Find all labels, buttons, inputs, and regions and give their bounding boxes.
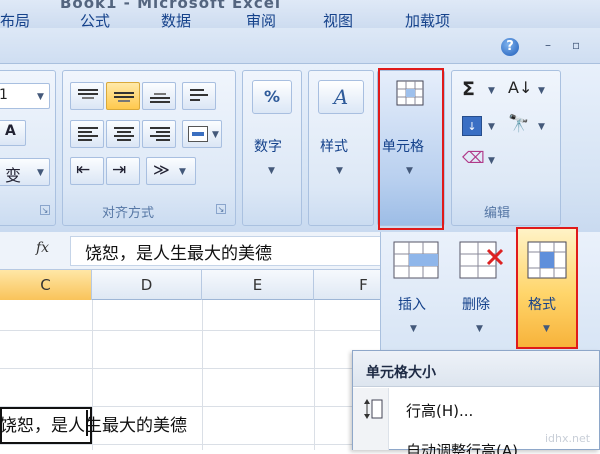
tab-addins[interactable]: 加载项	[405, 10, 450, 31]
align-top-icon	[78, 89, 98, 99]
fill-icon[interactable]: ↓	[462, 116, 482, 136]
help-icon[interactable]: ?	[501, 38, 519, 56]
chevron-down-icon[interactable]: ▼	[538, 86, 545, 96]
editing-group-label: 编辑	[484, 206, 511, 221]
chevron-down-icon: ▼	[37, 92, 44, 102]
cells-highlight-box	[378, 68, 444, 230]
align-center-button[interactable]	[106, 120, 140, 148]
align-left-button[interactable]	[70, 120, 104, 148]
font-grow-button[interactable]: A	[0, 120, 26, 146]
column-header-d[interactable]: D	[92, 270, 202, 300]
chevron-down-icon[interactable]: ▼	[268, 166, 275, 176]
cell-text: 饶恕，是人生最大的美德	[0, 416, 187, 436]
ribbon-minimize-icon[interactable]: –	[545, 38, 551, 52]
orientation-button[interactable]: ≫ ▼	[146, 157, 196, 185]
wrap-text-icon	[190, 89, 208, 101]
watermark: idhx.net	[545, 432, 591, 445]
menu-section-title: 单元格大小	[366, 365, 436, 381]
styles-button-label[interactable]: 样式	[320, 136, 348, 156]
tab-data[interactable]: 数据	[161, 10, 191, 31]
chevron-down-icon: ▼	[212, 130, 219, 140]
font-grow-icon: A	[5, 123, 16, 139]
chevron-down-icon[interactable]: ▼	[538, 122, 545, 132]
phonetic-icon: 变	[5, 166, 22, 185]
text-cursor	[86, 410, 88, 436]
autosum-icon[interactable]: Σ	[462, 78, 475, 100]
grid-line	[202, 300, 203, 450]
font-size-value: 1	[0, 87, 8, 103]
alignment-launcher-icon[interactable]: ↘	[216, 204, 226, 214]
decrease-indent-button[interactable]: ⇤	[70, 157, 104, 185]
decrease-indent-icon: ⇤	[76, 160, 91, 180]
tab-view[interactable]: 视图	[323, 10, 353, 31]
grid-line	[314, 300, 315, 450]
row-height-icon	[362, 398, 384, 424]
chevron-down-icon[interactable]: ▼	[488, 156, 495, 166]
merge-center-button[interactable]: ▼	[182, 120, 222, 148]
delete-cells-icon	[458, 240, 504, 284]
chevron-down-icon[interactable]: ▼	[488, 86, 495, 96]
align-left-icon	[78, 127, 98, 141]
font-size-box[interactable]: 1 ▼	[0, 83, 50, 109]
align-bottom-button[interactable]	[142, 82, 176, 110]
align-right-button[interactable]	[142, 120, 176, 148]
increase-indent-button[interactable]: ⇥	[106, 157, 140, 185]
delete-button-label[interactable]: 删除	[462, 294, 490, 314]
align-middle-icon	[114, 92, 134, 102]
font-launcher-icon[interactable]: ↘	[40, 205, 50, 215]
chevron-down-icon[interactable]: ▼	[488, 122, 495, 132]
chevron-down-icon: ▼	[179, 167, 186, 177]
menu-item-row-height[interactable]: 行高(H)...	[406, 400, 473, 421]
number-button-label[interactable]: 数字	[254, 136, 282, 156]
tab-review[interactable]: 审阅	[246, 10, 276, 31]
clear-icon[interactable]: ⌫	[462, 148, 485, 167]
align-bottom-icon	[150, 93, 170, 103]
increase-indent-icon: ⇥	[112, 160, 127, 180]
align-top-button[interactable]	[70, 82, 104, 110]
align-middle-button[interactable]	[106, 82, 140, 110]
chevron-down-icon[interactable]: ▼	[336, 166, 343, 176]
chevron-down-icon: ▼	[37, 168, 44, 178]
tab-formulas[interactable]: 公式	[80, 10, 110, 31]
sort-filter-icon[interactable]: A↓	[508, 78, 532, 97]
find-select-icon[interactable]: 🔭	[508, 114, 529, 134]
wrap-text-button[interactable]	[182, 82, 216, 110]
align-center-icon	[114, 127, 134, 141]
column-header-c[interactable]: C	[0, 270, 92, 300]
percent-icon: %	[252, 80, 292, 114]
insert-cells-icon	[392, 240, 440, 284]
insert-button-label[interactable]: 插入	[398, 294, 426, 314]
column-header-e[interactable]: E	[202, 270, 314, 300]
orientation-icon: ≫	[153, 160, 170, 179]
styles-icon: A	[318, 80, 364, 114]
phonetic-button[interactable]: 变 ▼	[0, 158, 50, 186]
format-highlight-box	[516, 227, 578, 349]
fx-icon[interactable]: fx	[36, 240, 49, 256]
ribbon-restore-icon[interactable]: ▫	[572, 38, 580, 52]
alignment-group-label: 对齐方式	[102, 206, 155, 221]
merge-icon	[188, 126, 208, 142]
align-right-icon	[150, 127, 170, 141]
chevron-down-icon[interactable]: ▼	[410, 324, 417, 334]
chevron-down-icon[interactable]: ▼	[476, 324, 483, 334]
tab-page-layout[interactable]: 布局	[0, 10, 30, 31]
formula-value: 饶恕，是人生最大的美德	[85, 244, 272, 264]
